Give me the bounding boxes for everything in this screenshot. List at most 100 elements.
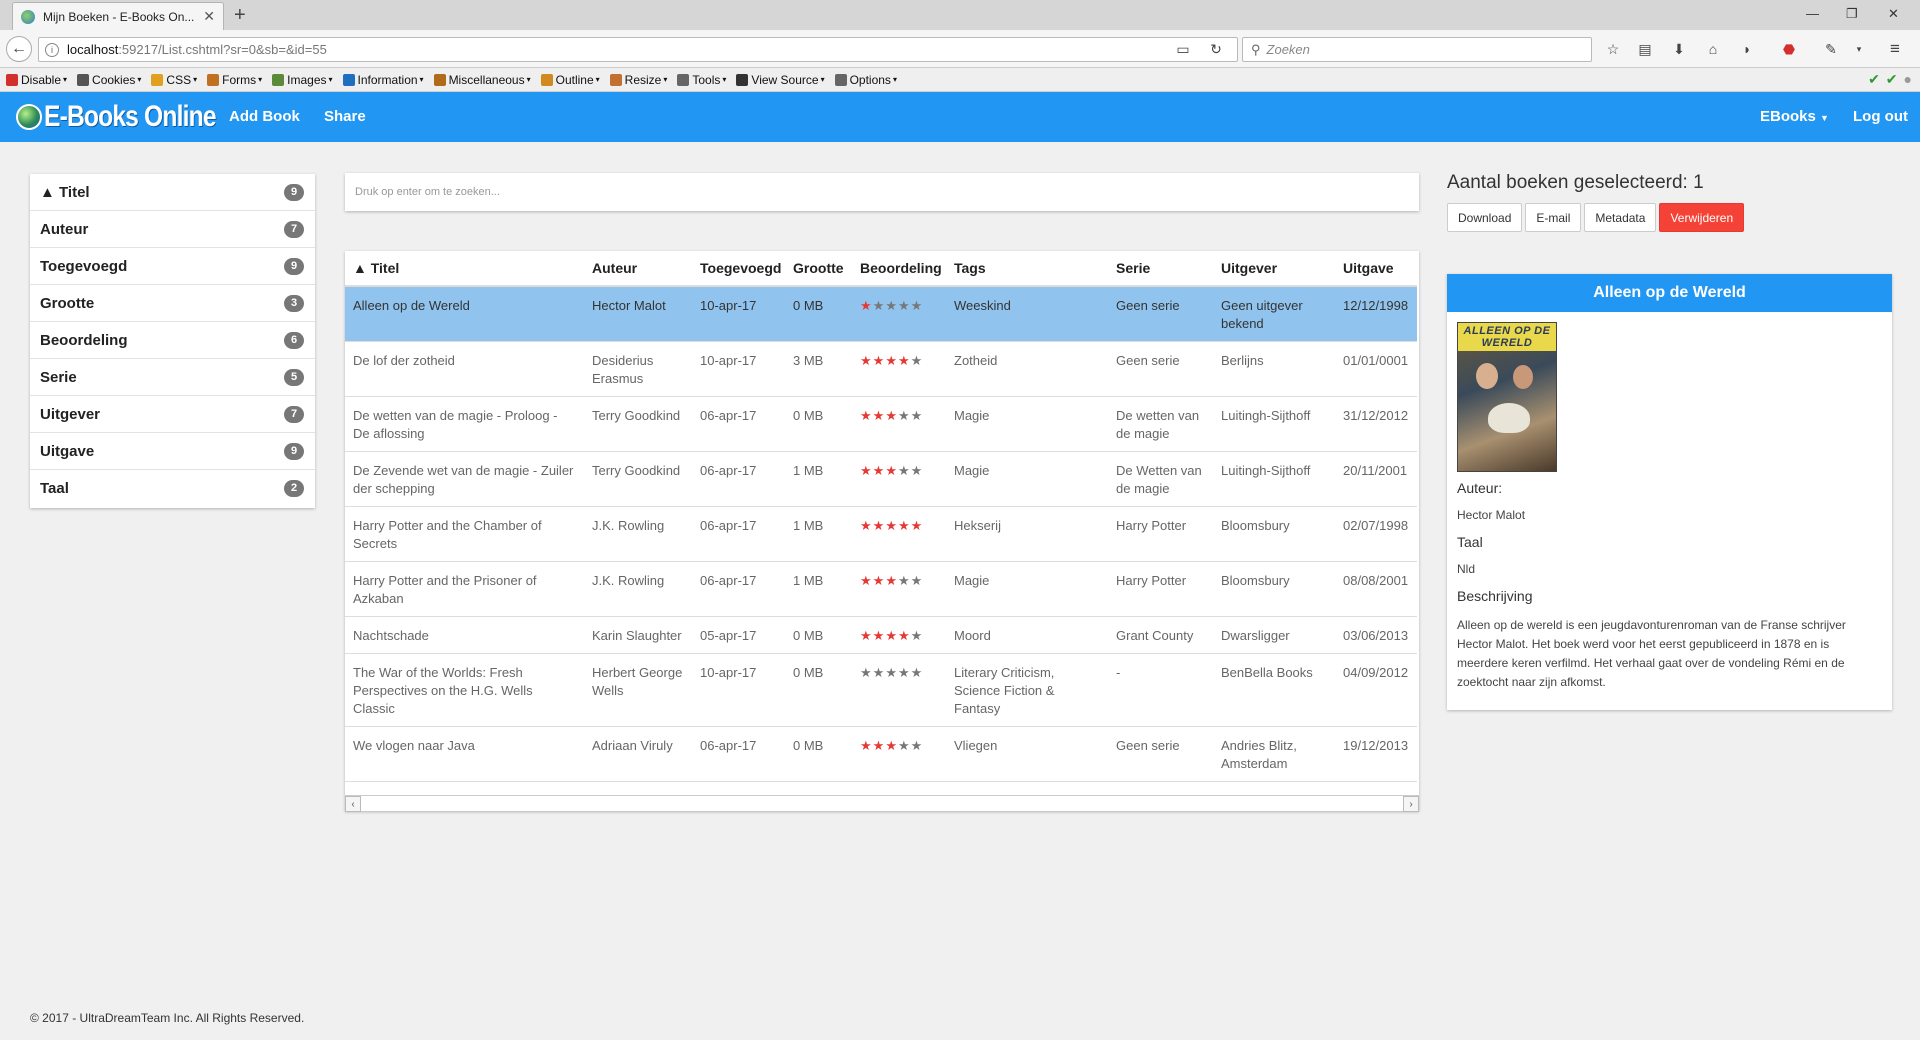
devbar-label: View Source (751, 72, 819, 87)
hamburger-menu-icon[interactable]: ≡ (1884, 38, 1906, 60)
url-bar[interactable]: i localhost:59217/List.cshtml?sr=0&sb=&i… (38, 37, 1238, 62)
table-row[interactable]: Alleen op de Wereld Hector Malot 10-apr-17… (345, 286, 1417, 342)
star-icon: ★ (910, 298, 924, 313)
caret-down-icon: ▾ (595, 75, 600, 84)
metadata-button[interactable]: Metadata (1584, 203, 1657, 232)
bookmarks-list-icon[interactable]: ▤ (1634, 38, 1656, 60)
column-header[interactable]: Uitgever (1213, 251, 1335, 287)
column-header[interactable]: Tags (946, 251, 1108, 287)
browser-tab[interactable]: Mijn Boeken - E-Books On... ✕ (12, 2, 224, 30)
site-info-icon[interactable]: i (45, 42, 59, 57)
new-tab-icon[interactable]: + (234, 4, 246, 26)
rating-stars: ★★★★★ (860, 518, 923, 533)
adblock-icon[interactable]: ⬣ (1778, 38, 1800, 60)
reload-icon[interactable]: ↻ (1205, 38, 1227, 60)
extension-menu-icon[interactable]: ▾ (1848, 38, 1870, 60)
devbar-item-miscellaneous[interactable]: Miscellaneous ▾ (433, 73, 531, 87)
star-icon: ★ (910, 628, 924, 643)
sort-item[interactable]: Uitgever 7 (30, 396, 315, 433)
column-header[interactable]: Uitgave (1335, 251, 1417, 287)
sort-item[interactable]: Taal 2 (30, 470, 315, 507)
back-icon[interactable]: ← (6, 36, 32, 62)
table-row[interactable]: Harry Potter and the Prisoner of Azkaban… (345, 561, 1417, 617)
column-header[interactable]: Serie (1108, 251, 1213, 287)
cell-tags: Magie (946, 396, 1108, 452)
column-header[interactable]: ▲ Titel (345, 251, 584, 287)
sort-item[interactable]: ▲ Titel 9 (30, 174, 315, 211)
scroll-left-icon[interactable]: ‹ (345, 795, 361, 812)
download-icon[interactable]: ⬇ (1668, 38, 1690, 60)
column-header[interactable]: Auteur (584, 251, 692, 287)
download-button[interactable]: Download (1447, 203, 1523, 232)
maximize-icon[interactable]: ❐ (1846, 6, 1858, 22)
cell-serie: Geen serie (1108, 341, 1213, 397)
email-button[interactable]: E-mail (1525, 203, 1582, 232)
star-icon: ★ (860, 665, 873, 680)
table-row[interactable]: The War of the Worlds: Fresh Perspective… (345, 653, 1417, 727)
devbar-item-information[interactable]: Information ▾ (342, 73, 424, 87)
sort-item[interactable]: Auteur 7 (30, 211, 315, 248)
devbar-item-outline[interactable]: Outline ▾ (540, 73, 600, 87)
star-icon: ★ (885, 463, 898, 478)
devbar-item-options[interactable]: Options ▾ (834, 73, 897, 87)
brand-logo[interactable]: E-Books Online (16, 100, 253, 134)
delete-button[interactable]: Verwijderen (1659, 203, 1745, 232)
search-input[interactable] (355, 186, 1419, 198)
devbar-item-resize[interactable]: Resize ▾ (609, 73, 667, 87)
add-book-link[interactable]: Add Book (229, 108, 300, 125)
bookmark-star-icon[interactable]: ☆ (1602, 38, 1624, 60)
devbar-item-tools[interactable]: Tools ▾ (677, 73, 726, 87)
devbar-item-view-source[interactable]: View Source ▾ (736, 72, 825, 87)
browser-search-bar[interactable]: ⚲ Zoeken (1242, 37, 1592, 62)
cookies-icon (77, 73, 90, 86)
sort-item[interactable]: Beoordeling 6 (30, 322, 315, 359)
scroll-right-icon[interactable]: › (1403, 795, 1419, 812)
cell-serie: - (1108, 653, 1213, 727)
ebooks-dropdown[interactable]: EBooks ▼ (1760, 108, 1829, 125)
logout-link[interactable]: Log out (1853, 108, 1908, 125)
reader-view-icon[interactable]: ▭ (1172, 38, 1194, 60)
url-host: localhost (67, 42, 119, 57)
column-header[interactable]: Beoordeling (852, 251, 946, 287)
cell-titel: Harry Potter and the Prisoner of Azkaban (345, 561, 584, 617)
table-row[interactable]: De Zevende wet van de magie - Zuiler der… (345, 451, 1417, 507)
brand-name: E-Books Online (44, 100, 216, 133)
window-close-icon[interactable]: ✕ (1888, 6, 1899, 22)
cell-toegevoegd: 06-apr-17 (692, 451, 785, 507)
sort-item-label: Grootte (40, 294, 95, 312)
devbar-item-disable[interactable]: Disable ▾ (6, 73, 67, 87)
table-row[interactable]: Nachtschade Karin Slaughter 05-apr-17 0 MB ★… (345, 616, 1417, 654)
sort-item[interactable]: Serie 5 (30, 359, 315, 396)
table-row[interactable]: De wetten van de magie - Proloog - De af… (345, 396, 1417, 452)
sort-item[interactable]: Toegevoegd 9 (30, 248, 315, 285)
table-row[interactable]: De lof der zotheid Desiderius Erasmus 10-a… (345, 341, 1417, 397)
column-header[interactable]: Toegevoegd (692, 251, 785, 287)
devbar-item-images[interactable]: Images ▾ (272, 73, 333, 87)
star-icon: ★ (885, 353, 898, 368)
devbar-item-cookies[interactable]: Cookies ▾ (77, 73, 141, 87)
cell-uitgever: Luitingh-Sijthoff (1213, 451, 1335, 507)
devbar-item-css[interactable]: CSS ▾ (151, 73, 197, 87)
language-label: Taal (1457, 534, 1483, 550)
home-icon[interactable]: ⌂ (1702, 38, 1724, 60)
pocket-icon[interactable]: ◗ (1736, 38, 1758, 60)
extension-icon[interactable]: ✎ (1820, 38, 1842, 60)
table-row[interactable]: Harry Potter and the Chamber of Secrets J… (345, 506, 1417, 562)
tab-close-icon[interactable]: ✕ (203, 8, 215, 25)
share-link[interactable]: Share (324, 108, 366, 125)
minimize-icon[interactable]: — (1806, 6, 1819, 21)
devbar-item-forms[interactable]: Forms ▾ (207, 73, 262, 87)
sort-item[interactable]: Uitgave 9 (30, 433, 315, 470)
caret-down-icon: ▾ (258, 75, 263, 84)
star-icon: ★ (860, 463, 873, 478)
table-row[interactable]: We vlogen naar Java Adriaan Viruly 06-apr-… (345, 726, 1417, 782)
browser-navbar: ← i localhost:59217/List.cshtml?sr=0&sb=… (0, 30, 1920, 68)
star-icon: ★ (860, 353, 873, 368)
column-header[interactable]: Grootte (785, 251, 852, 287)
caret-down-icon: ▾ (193, 75, 198, 84)
horizontal-scrollbar[interactable]: ‹ › (345, 795, 1419, 812)
rating-stars: ★★★★★ (860, 463, 923, 478)
sort-item[interactable]: Grootte 3 (30, 285, 315, 322)
cell-uitgave: 04/09/2012 (1335, 653, 1417, 727)
count-badge: 7 (284, 405, 304, 423)
